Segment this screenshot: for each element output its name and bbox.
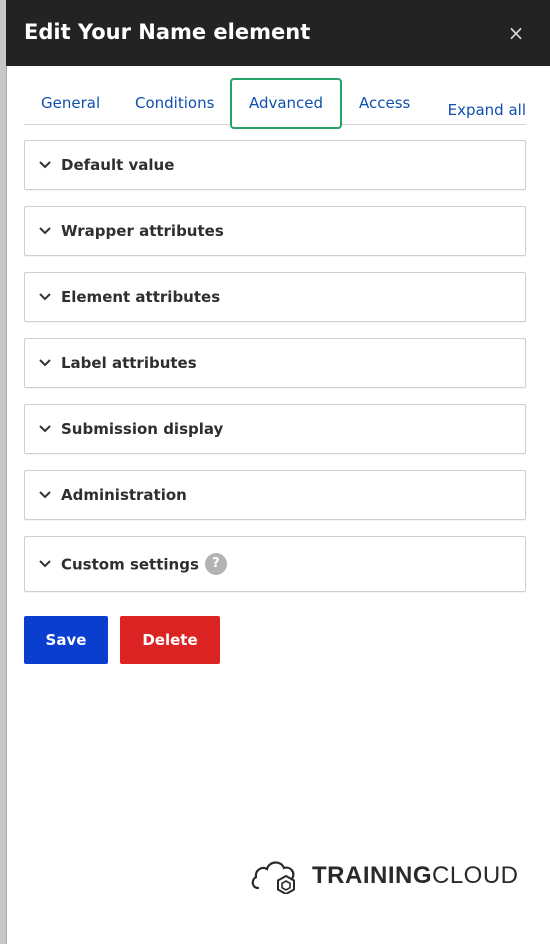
panel-label: Wrapper attributes xyxy=(61,222,224,240)
chevron-down-icon xyxy=(39,425,51,433)
panel-custom-settings[interactable]: Custom settings? xyxy=(24,536,526,592)
panel-label: Custom settings xyxy=(61,555,199,574)
chevron-down-icon xyxy=(39,161,51,169)
cloud-logo-icon xyxy=(251,861,295,894)
chevron-down-icon xyxy=(39,359,51,367)
panel-label: Element attributes xyxy=(61,288,221,306)
delete-button[interactable]: Delete xyxy=(120,616,220,664)
tab-conditions[interactable]: Conditions xyxy=(135,78,214,124)
logo-wordmark: TRAININGCLOUD xyxy=(312,862,519,890)
panel-submission-display[interactable]: Submission display xyxy=(24,404,526,454)
panel-label: Label attributes xyxy=(61,354,197,372)
chevron-down-icon xyxy=(39,560,51,568)
chevron-down-icon xyxy=(39,227,51,235)
chevron-down-icon xyxy=(39,293,51,301)
help-icon[interactable]: ? xyxy=(204,553,227,575)
logo-bold-text: TRAINING xyxy=(312,862,432,889)
chevron-down-icon xyxy=(39,491,51,499)
window-edge xyxy=(0,0,7,944)
tab-advanced[interactable]: Advanced xyxy=(230,78,342,129)
expand-all-link[interactable]: Expand all xyxy=(448,100,526,120)
dialog-titlebar: Edit Your Name element × xyxy=(6,0,550,66)
logo-light-text: CLOUD xyxy=(432,862,519,889)
panel-label-wrap: Custom settings? xyxy=(61,553,227,576)
panel-default-value[interactable]: Default value xyxy=(24,140,526,190)
panel-label: Default value xyxy=(61,156,175,174)
panel-administration[interactable]: Administration xyxy=(24,470,526,520)
panel-element-attributes[interactable]: Element attributes xyxy=(24,272,526,322)
panel-wrapper-attributes[interactable]: Wrapper attributes xyxy=(24,206,526,256)
tab-general[interactable]: General xyxy=(41,78,100,124)
dialog-title: Edit Your Name element xyxy=(24,20,311,44)
save-button[interactable]: Save xyxy=(24,616,108,664)
panel-label: Submission display xyxy=(61,420,224,438)
panel-label: Administration xyxy=(61,486,187,504)
tab-access[interactable]: Access xyxy=(359,78,410,124)
panel-label-attributes[interactable]: Label attributes xyxy=(24,338,526,388)
trainingcloud-logo: TRAININGCLOUD xyxy=(250,854,518,898)
close-icon[interactable]: × xyxy=(506,22,526,44)
tab-bar: General Conditions Advanced Access Expan… xyxy=(24,78,526,129)
